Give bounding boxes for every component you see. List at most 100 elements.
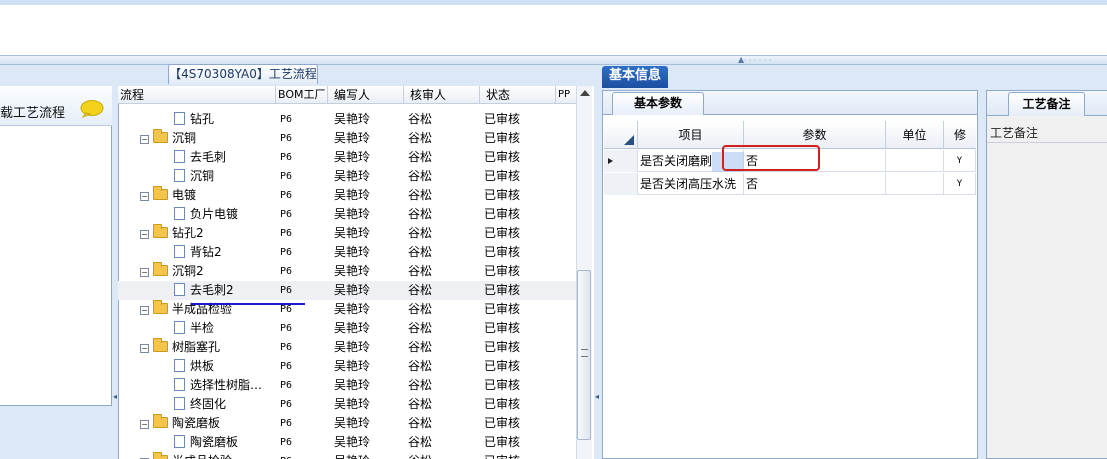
writer-cell[interactable]: 吴艳玲 [334, 281, 404, 300]
tree-node-name[interactable]: 负片电镀 [118, 205, 274, 224]
writer-cell[interactable]: 吴艳玲 [334, 319, 404, 338]
tree-node-name[interactable]: 陶瓷磨板 [118, 433, 274, 452]
reviewer-cell[interactable]: 谷松 [408, 224, 478, 243]
reviewer-cell[interactable]: 谷松 [408, 376, 478, 395]
bom-cell[interactable]: P6 [280, 357, 330, 376]
writer-cell[interactable]: 吴艳玲 [334, 376, 404, 395]
status-cell[interactable]: 已审核 [484, 433, 564, 452]
status-cell[interactable]: 已审核 [484, 300, 564, 319]
writer-cell[interactable]: 吴艳玲 [334, 167, 404, 186]
col-header-modify[interactable]: 修 [944, 121, 976, 149]
bom-cell[interactable]: P6 [280, 167, 330, 186]
bom-cell[interactable]: P6 [280, 224, 330, 243]
writer-cell[interactable]: 吴艳玲 [334, 186, 404, 205]
chat-bubble-icon[interactable] [80, 100, 104, 118]
reviewer-cell[interactable]: 谷松 [408, 262, 478, 281]
status-cell[interactable]: 已审核 [484, 452, 564, 459]
tree-node-name[interactable]: − 电镀 [118, 186, 274, 205]
bom-cell[interactable]: P6 [280, 205, 330, 224]
tree-leaf-row[interactable]: 沉铜 P6 吴艳玲 谷松 已审核 [118, 167, 576, 186]
status-cell[interactable]: 已审核 [484, 281, 564, 300]
tree-node-name[interactable]: 去毛刺 [118, 148, 274, 167]
reviewer-cell[interactable]: 谷松 [408, 338, 478, 357]
bom-cell[interactable]: P6 [280, 433, 330, 452]
collapse-toggle-icon[interactable]: − [140, 192, 149, 201]
bom-cell[interactable]: P6 [280, 262, 330, 281]
process-flow-tab[interactable]: 【4S70308YA0】工艺流程 [168, 64, 318, 84]
col-header-unit[interactable]: 单位 [886, 121, 944, 149]
writer-cell[interactable]: 吴艳玲 [334, 395, 404, 414]
tree-leaf-row[interactable]: 选择性树脂… P6 吴艳玲 谷松 已审核 [118, 376, 576, 395]
reviewer-cell[interactable]: 谷松 [408, 129, 478, 148]
collapse-right-arrow-icon[interactable]: ◂ [595, 392, 599, 401]
tab-basic-params[interactable]: 基本参数 [612, 92, 704, 115]
writer-cell[interactable]: 吴艳玲 [334, 300, 404, 319]
tree-group-row[interactable]: − 树脂塞孔 P6 吴艳玲 谷松 已审核 [118, 338, 576, 357]
tree-node-name[interactable]: 沉铜 [118, 167, 274, 186]
bom-cell[interactable]: P6 [280, 452, 330, 459]
writer-cell[interactable]: 吴艳玲 [334, 110, 404, 129]
param-modify-cell[interactable]: Y [944, 150, 976, 172]
status-cell[interactable]: 已审核 [484, 243, 564, 262]
tree-node-name[interactable]: 终固化 [118, 395, 274, 414]
collapse-toggle-icon[interactable]: − [140, 268, 149, 277]
bom-cell[interactable]: P6 [280, 319, 330, 338]
reviewer-cell[interactable]: 谷松 [408, 357, 478, 376]
writer-cell[interactable]: 吴艳玲 [334, 243, 404, 262]
collapse-left-arrow-icon[interactable]: ◂ [113, 392, 117, 401]
status-cell[interactable]: 已审核 [484, 186, 564, 205]
tree-leaf-row[interactable]: 钻孔 P6 吴艳玲 谷松 已审核 [118, 110, 576, 129]
param-row[interactable]: 是否关闭高压水洗 否 Y [604, 173, 976, 195]
select-all-corner[interactable] [604, 121, 638, 149]
tree-group-row[interactable]: −半成品检验P6吴艳玲谷松已审核 [118, 300, 576, 319]
reviewer-cell[interactable]: 谷松 [408, 110, 478, 129]
tree-group-row[interactable]: − 电镀 P6 吴艳玲 谷松 已审核 [118, 186, 576, 205]
tree-node-name[interactable]: − 树脂塞孔 [118, 338, 274, 357]
status-cell[interactable]: 已审核 [484, 205, 564, 224]
tree-leaf-row[interactable]: 半检 P6 吴艳玲 谷松 已审核 [118, 319, 576, 338]
reviewer-cell[interactable]: 谷松 [408, 433, 478, 452]
reviewer-cell[interactable]: 谷松 [408, 452, 478, 459]
scroll-up-arrow-icon[interactable] [580, 90, 590, 96]
tree-node-name[interactable]: 半检 [118, 319, 274, 338]
status-cell[interactable]: 已审核 [484, 262, 564, 281]
status-cell[interactable]: 已审核 [484, 414, 564, 433]
param-unit-cell[interactable] [886, 150, 944, 172]
param-value-cell[interactable]: 否 [744, 173, 886, 195]
status-cell[interactable]: 已审核 [484, 376, 564, 395]
reviewer-cell[interactable]: 谷松 [408, 148, 478, 167]
status-cell[interactable]: 已审核 [484, 148, 564, 167]
writer-cell[interactable]: 吴艳玲 [334, 148, 404, 167]
bom-cell[interactable]: P6 [280, 281, 330, 300]
writer-cell[interactable]: 吴艳玲 [334, 357, 404, 376]
writer-cell[interactable]: 吴艳玲 [334, 129, 404, 148]
bom-cell[interactable]: P6 [280, 338, 330, 357]
bom-cell[interactable]: P6 [280, 414, 330, 433]
param-item-cell[interactable]: 是否关闭高压水洗 [638, 173, 744, 195]
bom-cell[interactable]: P6 [280, 243, 330, 262]
tree-node-name[interactable]: 去毛刺2 [118, 281, 274, 300]
bom-cell[interactable]: P6 [280, 395, 330, 414]
tree-leaf-row[interactable]: 去毛刺 P6 吴艳玲 谷松 已审核 [118, 148, 576, 167]
tree-node-name[interactable]: −半成品检验 [118, 452, 274, 459]
status-cell[interactable]: 已审核 [484, 167, 564, 186]
writer-cell[interactable]: 吴艳玲 [334, 224, 404, 243]
tree-node-name[interactable]: 背钻2 [118, 243, 274, 262]
tree-node-name[interactable]: 钻孔 [118, 110, 274, 129]
tree-leaf-row[interactable]: 去毛刺2 P6 吴艳玲 谷松 已审核 [118, 281, 576, 300]
tree-group-row[interactable]: −半成品检验P6吴艳玲谷松已审核 [118, 452, 576, 459]
param-modify-cell[interactable]: Y [944, 173, 976, 195]
reviewer-cell[interactable]: 谷松 [408, 319, 478, 338]
writer-cell[interactable]: 吴艳玲 [334, 433, 404, 452]
param-unit-cell[interactable] [886, 173, 944, 195]
collapse-toggle-icon[interactable]: − [140, 230, 149, 239]
collapse-toggle-icon[interactable]: − [140, 135, 149, 144]
status-cell[interactable]: 已审核 [484, 224, 564, 243]
bom-cell[interactable]: P6 [280, 129, 330, 148]
bom-cell[interactable]: P6 [280, 110, 330, 129]
bom-cell[interactable]: P6 [280, 186, 330, 205]
writer-cell[interactable]: 吴艳玲 [334, 338, 404, 357]
splitter-grip-icon[interactable]: ▲ ˙˙˙˙˙˙˙ ▲ [738, 56, 778, 72]
status-cell[interactable]: 已审核 [484, 319, 564, 338]
bom-cell[interactable]: P6 [280, 148, 330, 167]
